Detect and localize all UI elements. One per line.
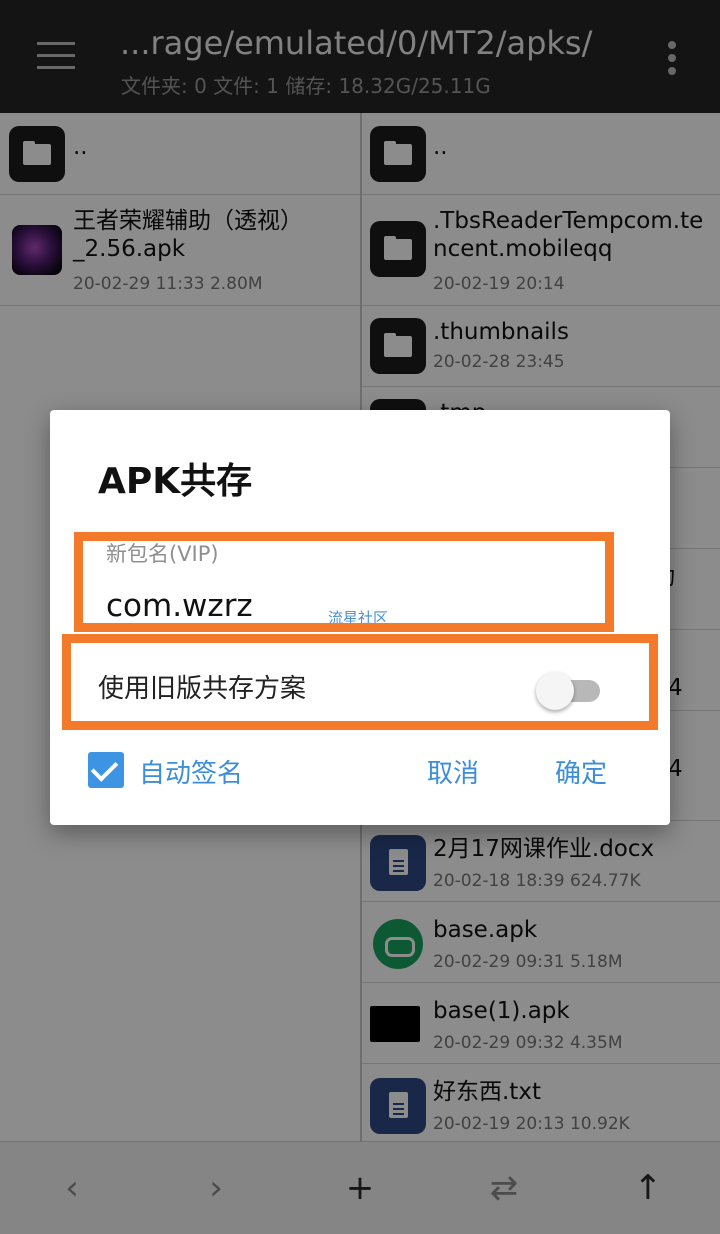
dialog-title: APK共存	[98, 461, 253, 502]
auto-sign-checkbox[interactable]	[88, 752, 124, 788]
highlight-package-field	[74, 532, 614, 632]
auto-sign-label[interactable]: 自动签名	[139, 753, 243, 790]
confirm-button[interactable]: 确定	[555, 753, 607, 790]
highlight-legacy-toggle	[62, 634, 658, 730]
cancel-button[interactable]: 取消	[427, 753, 479, 790]
